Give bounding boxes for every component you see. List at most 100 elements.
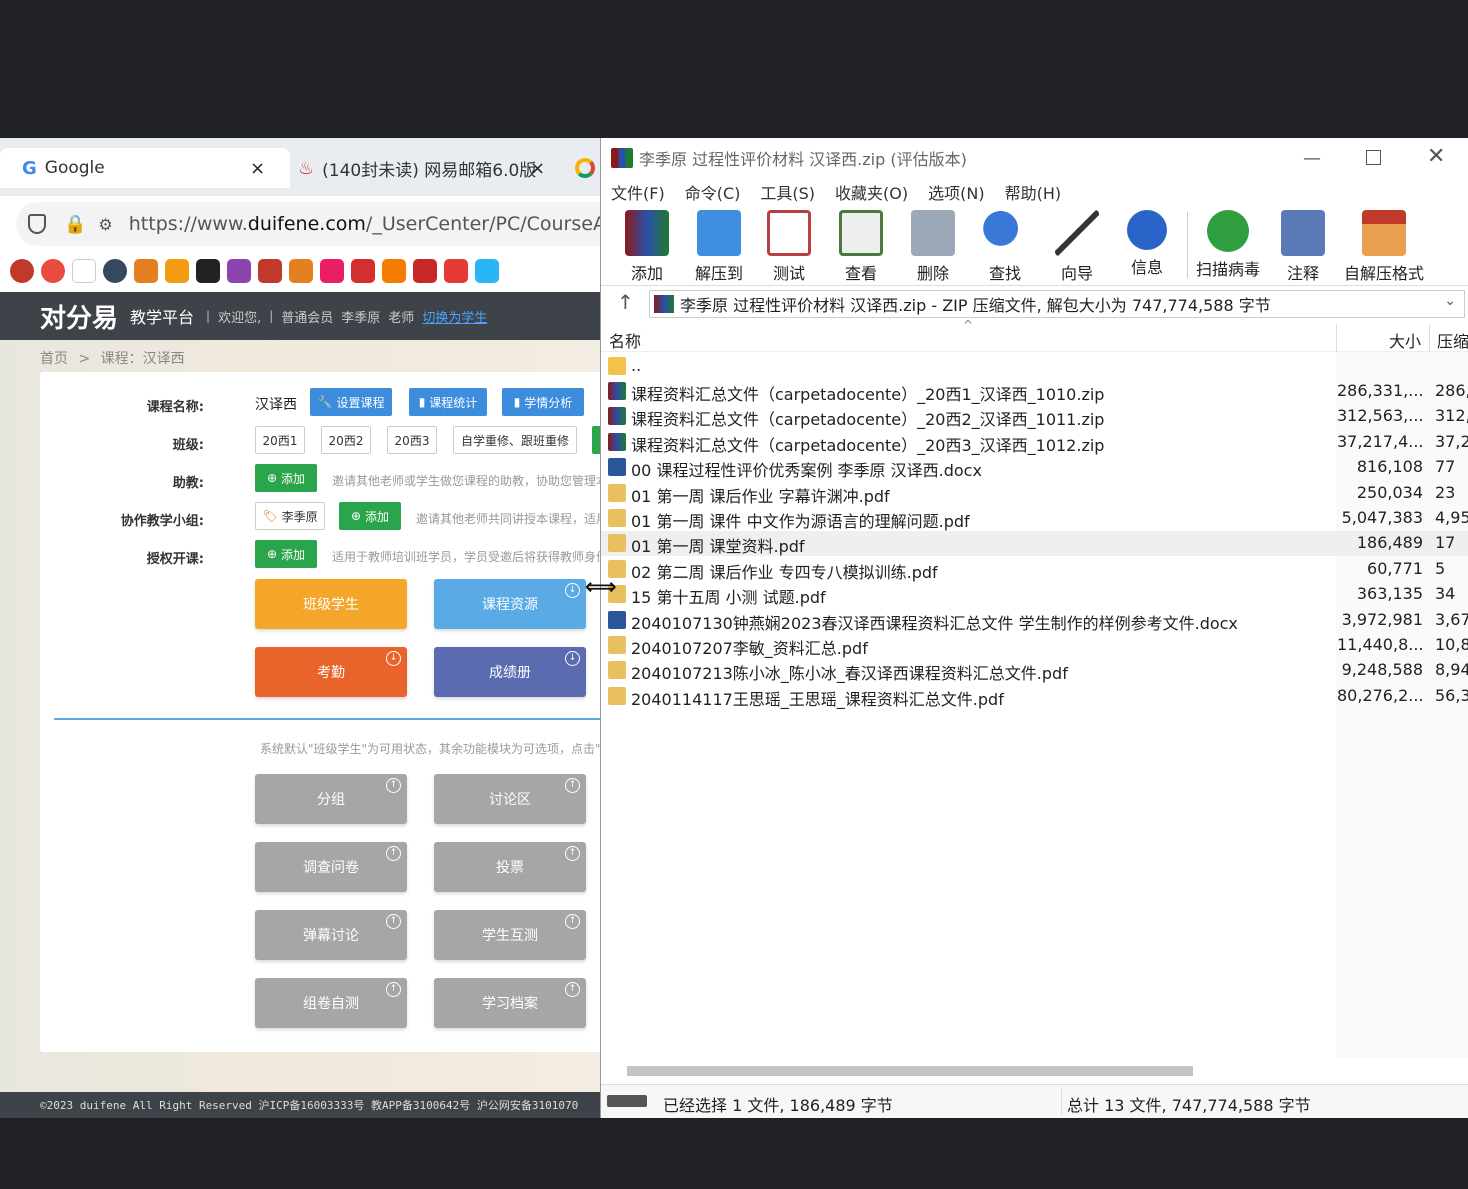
extract-to-button[interactable]: 解压到 bbox=[687, 210, 751, 284]
menu-tools[interactable]: 工具(S) bbox=[760, 180, 815, 204]
add-assistant-button[interactable]: ⊕ 添加 bbox=[255, 464, 317, 492]
menu-file[interactable]: 文件(F) bbox=[611, 180, 665, 204]
coteach-member-chip[interactable]: 🏷 李季原 bbox=[255, 502, 325, 530]
tab-google[interactable]: G Google × bbox=[0, 148, 290, 188]
comment-button[interactable]: 注释 bbox=[1271, 210, 1335, 284]
tile-optional[interactable]: 弹幕讨论 ↑ bbox=[255, 910, 407, 960]
tile-course-resources[interactable]: 课程资源 ↓ bbox=[434, 579, 586, 629]
add-coteach-button[interactable]: ⊕ 添加 bbox=[339, 502, 401, 530]
toggle-icon[interactable]: ↓ bbox=[565, 651, 580, 666]
file-row[interactable]: 02 第二周 课后作业 专四专八模拟训练.pdf 60,771 5 bbox=[601, 557, 1468, 582]
tile-optional[interactable]: 调查问卷 ↑ bbox=[255, 842, 407, 892]
path-dropdown[interactable]: 李季原 过程性评价材料 汉译西.zip - ZIP 压缩文件, 解包大小为 74… bbox=[649, 290, 1465, 318]
column-packed[interactable]: 压缩 bbox=[1437, 328, 1468, 352]
learning-analysis-button[interactable]: ▮ 学情分析 bbox=[502, 388, 584, 416]
close-tab-icon[interactable]: × bbox=[530, 158, 545, 179]
bookmark-icon[interactable] bbox=[227, 259, 251, 283]
file-row[interactable]: 01 第一周 课堂资料.pdf 186,489 17 bbox=[601, 531, 1468, 557]
add-auth-button[interactable]: ⊕ 添加 bbox=[255, 540, 317, 568]
scan-virus-button[interactable]: 扫描病毒 bbox=[1193, 210, 1263, 280]
maximize-icon[interactable] bbox=[1366, 150, 1381, 165]
file-row[interactable]: 01 第一周 课件 中文作为源语言的理解问题.pdf 5,047,383 4,95 bbox=[601, 506, 1468, 531]
bookmark-icon[interactable] bbox=[10, 259, 34, 283]
wizard-button[interactable]: 向导 bbox=[1045, 210, 1109, 284]
class-chip[interactable]: 20西2 bbox=[321, 426, 371, 454]
add-button[interactable]: 添加 bbox=[615, 210, 679, 284]
file-row[interactable]: 2040107213陈小冰_陈小冰_春汉译西课程资料汇总文件.pdf 9,248,… bbox=[601, 658, 1468, 683]
toggle-icon[interactable]: ↑ bbox=[386, 778, 401, 793]
toggle-icon[interactable]: ↓ bbox=[386, 651, 401, 666]
tile-gradebook[interactable]: 成绩册 ↓ bbox=[434, 647, 586, 697]
column-size[interactable]: 大小 bbox=[1389, 328, 1421, 352]
file-row[interactable]: 课程资料汇总文件（carpetadocente）_20西3_汉译西_1012.z… bbox=[601, 430, 1468, 455]
minimize-icon[interactable]: — bbox=[1303, 148, 1321, 169]
file-row[interactable]: 2040114117王思瑶_王思瑶_课程资料汇总文件.pdf 80,276,2..… bbox=[601, 684, 1468, 709]
file-row[interactable]: 01 第一周 课后作业 字幕许渊冲.pdf 250,034 23 bbox=[601, 481, 1468, 506]
menu-favorites[interactable]: 收藏夹(O) bbox=[835, 180, 908, 204]
tile-optional[interactable]: 学习档案 ↑ bbox=[434, 978, 586, 1028]
bookmark-icon[interactable] bbox=[72, 259, 96, 283]
tile-optional[interactable]: 投票 ↑ bbox=[434, 842, 586, 892]
close-icon[interactable]: ✕ bbox=[1427, 144, 1445, 169]
horizontal-scrollbar[interactable] bbox=[627, 1066, 1193, 1076]
setup-course-button[interactable]: 🔧 设置课程 bbox=[310, 388, 392, 416]
class-chip[interactable]: 自学重修、跟班重修 bbox=[453, 426, 577, 454]
file-row[interactable]: 00 课程过程性评价优秀案例 李季原 汉译西.docx 816,108 77 bbox=[601, 455, 1468, 480]
bookmark-icon[interactable] bbox=[320, 259, 344, 283]
toggle-icon[interactable]: ↑ bbox=[386, 846, 401, 861]
chrome-icon[interactable] bbox=[575, 158, 595, 178]
tile-attendance[interactable]: 考勤 ↓ bbox=[255, 647, 407, 697]
column-divider[interactable] bbox=[1336, 324, 1337, 352]
bookmark-icon[interactable] bbox=[413, 259, 437, 283]
tile-optional[interactable]: 分组 ↑ bbox=[255, 774, 407, 824]
file-row[interactable]: 2040107130钟燕娴2023春汉译西课程资料汇总文件 学生制作的样例参考文… bbox=[601, 608, 1468, 633]
column-name[interactable]: 名称 bbox=[609, 328, 641, 352]
bookmark-icon[interactable] bbox=[258, 259, 282, 283]
bookmark-icon[interactable] bbox=[289, 259, 313, 283]
address-bar[interactable]: 🔒 ⚙ https://www.duifene.com/_UserCenter/… bbox=[16, 202, 600, 246]
bookmark-icon[interactable] bbox=[382, 259, 406, 283]
close-tab-icon[interactable]: × bbox=[250, 158, 265, 179]
test-button[interactable]: 测试 bbox=[757, 210, 821, 284]
menu-help[interactable]: 帮助(H) bbox=[1005, 180, 1062, 204]
menu-commands[interactable]: 命令(C) bbox=[685, 180, 741, 204]
tile-optional[interactable]: 讨论区 ↑ bbox=[434, 774, 586, 824]
toggle-icon[interactable]: ↑ bbox=[565, 914, 580, 929]
class-chip[interactable]: 20西3 bbox=[387, 426, 437, 454]
course-stats-button[interactable]: ▮ 课程统计 bbox=[409, 388, 487, 416]
view-button[interactable]: 查看 bbox=[829, 210, 893, 284]
class-chip[interactable]: 20西1 bbox=[255, 426, 305, 454]
menu-options[interactable]: 选项(N) bbox=[928, 180, 984, 204]
breadcrumb-home[interactable]: 首页 bbox=[40, 351, 68, 367]
tile-optional[interactable]: 组卷自测 ↑ bbox=[255, 978, 407, 1028]
toggle-icon[interactable]: ↑ bbox=[386, 914, 401, 929]
bookmark-icon[interactable] bbox=[475, 259, 499, 283]
info-button[interactable]: 信息 bbox=[1115, 210, 1179, 278]
tile-class-students[interactable]: 班级学生 bbox=[255, 579, 407, 629]
sfx-button[interactable]: 自解压格式 bbox=[1341, 210, 1427, 284]
toggle-icon[interactable]: ↑ bbox=[565, 846, 580, 861]
add-class-button[interactable] bbox=[592, 426, 600, 454]
site-logo[interactable]: 对分易 bbox=[40, 298, 118, 335]
chevron-down-icon[interactable]: ⌄ bbox=[1444, 293, 1456, 309]
list-item-parent[interactable]: .. bbox=[601, 354, 1468, 379]
delete-button[interactable]: 删除 bbox=[901, 210, 965, 284]
bookmark-icon[interactable] bbox=[351, 259, 375, 283]
bookmark-icon[interactable] bbox=[103, 259, 127, 283]
up-arrow-icon[interactable]: ↑ bbox=[617, 290, 634, 314]
switch-role-link[interactable]: 切换为学生 bbox=[422, 307, 487, 326]
file-row[interactable]: 15 第十五周 小测 试题.pdf 363,135 34 bbox=[601, 582, 1468, 607]
file-row[interactable]: 2040107207李敏_资料汇总.pdf 11,440,8... 10,8 bbox=[601, 633, 1468, 658]
tile-optional[interactable]: 学生互测 ↑ bbox=[434, 910, 586, 960]
url-text[interactable]: https://www.duifene.com/_UserCenter/PC/C… bbox=[129, 213, 600, 235]
bookmark-icon[interactable] bbox=[196, 259, 220, 283]
tab-mail[interactable]: ♨ (140封未读) 网易邮箱6.0版 × bbox=[298, 148, 558, 188]
site-settings-icon[interactable]: ⚙ bbox=[98, 215, 112, 234]
bookmark-icon[interactable] bbox=[444, 259, 468, 283]
file-row[interactable]: 课程资料汇总文件（carpetadocente）_20西2_汉译西_1011.z… bbox=[601, 404, 1468, 429]
toggle-icon[interactable]: ↑ bbox=[565, 982, 580, 997]
column-divider[interactable] bbox=[1429, 324, 1430, 352]
bookmark-icon[interactable] bbox=[165, 259, 189, 283]
toggle-icon[interactable]: ↓ bbox=[565, 583, 580, 598]
find-button[interactable]: 查找 bbox=[973, 210, 1037, 284]
